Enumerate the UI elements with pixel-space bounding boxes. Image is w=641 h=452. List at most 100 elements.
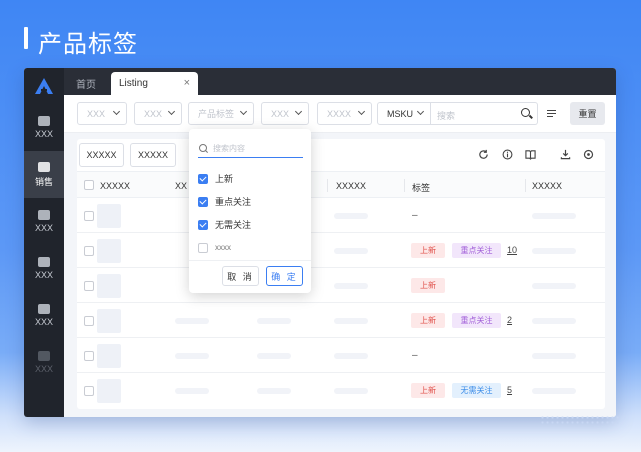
select-value: XXXX	[327, 108, 352, 119]
sidebar-item-2[interactable]: XXX	[24, 198, 64, 245]
product-tag-select[interactable]: 产品标签	[188, 102, 254, 125]
chevron-down-icon	[239, 107, 248, 116]
select-value: XXX	[271, 108, 290, 119]
tag-chip-new: 上新	[411, 383, 445, 398]
placeholder-bar	[257, 353, 291, 359]
tag-count[interactable]: 5	[507, 385, 512, 395]
tab-home[interactable]: 首页	[76, 76, 96, 91]
dropdown-search-input[interactable]: 搜索内容	[198, 140, 303, 158]
filter-select-5[interactable]: XXXX	[317, 102, 372, 125]
settings-icon[interactable]	[583, 149, 594, 160]
dropdown-option[interactable]: 上新	[198, 173, 233, 185]
sidebar-item-sales[interactable]: 销售	[24, 151, 64, 198]
table-row[interactable]: 上新	[77, 268, 605, 303]
chevron-down-icon	[112, 107, 121, 116]
row-checkbox[interactable]	[84, 351, 94, 361]
table-row[interactable]: –	[77, 338, 605, 373]
placeholder-bar	[175, 353, 209, 359]
dropdown-option[interactable]: xxxx	[198, 242, 231, 254]
tab-label: Listing	[119, 78, 148, 89]
column-header: XXXXX	[532, 181, 563, 191]
search-icon[interactable]	[521, 108, 530, 117]
select-value: MSKU	[387, 108, 414, 119]
sidebar-item-label: XXX	[34, 364, 53, 374]
confirm-button[interactable]: 确 定	[266, 266, 303, 286]
tab-listing[interactable]: Listing ×	[111, 72, 198, 95]
row-checkbox[interactable]	[84, 316, 94, 326]
reset-button[interactable]: 重置	[570, 102, 605, 125]
tag-count[interactable]: 10	[507, 245, 517, 255]
column-header: XX	[175, 181, 188, 191]
placeholder-bar	[532, 353, 576, 359]
action-button-1[interactable]: XXXXX	[79, 143, 124, 167]
list-icon[interactable]	[540, 102, 563, 125]
tag-chip-new: 上新	[411, 243, 445, 258]
placeholder-bar	[257, 318, 291, 324]
msku-select[interactable]: MSKU	[377, 102, 431, 125]
info-icon[interactable]	[502, 149, 513, 160]
filter-select-1[interactable]: XXX	[77, 102, 127, 125]
tag-filter-dropdown: 搜索内容 上新 重点关注 无需关注 xxxx 取 消 确 定	[189, 129, 311, 293]
cart-icon	[38, 257, 50, 267]
book-icon[interactable]	[525, 149, 536, 160]
select-all-checkbox[interactable]	[84, 180, 94, 190]
column-header: XXXXX	[100, 181, 131, 191]
table-header: XXXXX XX XXXXX 标签 XXXXX	[77, 171, 605, 198]
search-input[interactable]: 搜索	[430, 102, 538, 125]
option-checkbox[interactable]	[198, 197, 208, 207]
hero-title: 产品标签	[38, 30, 138, 58]
option-label: 无需关注	[215, 220, 252, 230]
sidebar-item-4[interactable]: XXX	[24, 292, 64, 339]
placeholder-bar	[334, 388, 368, 394]
app-window: XXX 销售 XXX XXX XXX XXX 首页 Listing × XXX …	[24, 68, 616, 417]
option-checkbox[interactable]	[198, 174, 208, 184]
select-value: 产品标签	[198, 109, 235, 119]
column-header: XXXXX	[336, 181, 367, 191]
logo-icon	[35, 78, 53, 94]
dropdown-option[interactable]: 无需关注	[198, 219, 251, 231]
product-thumbnail	[97, 204, 121, 228]
placeholder-bar	[532, 283, 576, 289]
sidebar-item-label: XXX	[34, 270, 53, 280]
sidebar-item-label: XXX	[34, 317, 53, 327]
option-checkbox[interactable]	[198, 220, 208, 230]
dropdown-option[interactable]: 重点关注	[198, 196, 251, 208]
table-row[interactable]: –	[77, 198, 605, 233]
table-row[interactable]: 上新 重点关注 10	[77, 233, 605, 268]
download-icon[interactable]	[560, 149, 571, 160]
bag-icon	[38, 116, 50, 126]
sidebar-item-label: XXX	[34, 223, 53, 233]
row-checkbox[interactable]	[84, 281, 94, 291]
chevron-down-icon	[357, 107, 366, 116]
placeholder-bar	[532, 248, 576, 254]
cancel-button[interactable]: 取 消	[222, 266, 259, 286]
product-thumbnail	[97, 239, 121, 263]
refresh-icon[interactable]	[478, 149, 489, 160]
filter-select-4[interactable]: XXX	[261, 102, 309, 125]
app-logo[interactable]	[24, 68, 64, 104]
main-content: XXX XXX 产品标签 XXX XXXX MSKU 搜索 重置 XXXXX X…	[64, 95, 616, 417]
product-thumbnail	[97, 274, 121, 298]
sidebar-item-5[interactable]: XXX	[24, 339, 64, 386]
close-icon[interactable]: ×	[184, 77, 190, 89]
filter-select-2[interactable]: XXX	[134, 102, 182, 125]
column-divider	[404, 179, 405, 192]
chevron-down-icon	[416, 107, 425, 116]
dollar-icon	[38, 210, 50, 220]
tag-count[interactable]: 2	[507, 315, 512, 325]
row-checkbox[interactable]	[84, 211, 94, 221]
row-checkbox[interactable]	[84, 246, 94, 256]
option-checkbox[interactable]	[198, 243, 208, 253]
tag-chip-focus: 重点关注	[452, 243, 501, 258]
sidebar-item-3[interactable]: XXX	[24, 245, 64, 292]
table-row[interactable]: 上新 无需关注 5	[77, 373, 605, 408]
placeholder-bar	[257, 388, 291, 394]
placeholder-bar	[532, 213, 576, 219]
row-checkbox[interactable]	[84, 386, 94, 396]
placeholder-bar	[334, 283, 368, 289]
action-button-2[interactable]: XXXXX	[130, 143, 176, 167]
tag-chip-new: 上新	[411, 313, 445, 328]
placeholder-bar	[532, 318, 576, 324]
table-row[interactable]: 上新 重点关注 2	[77, 303, 605, 338]
sidebar-item-0[interactable]: XXX	[24, 104, 64, 151]
